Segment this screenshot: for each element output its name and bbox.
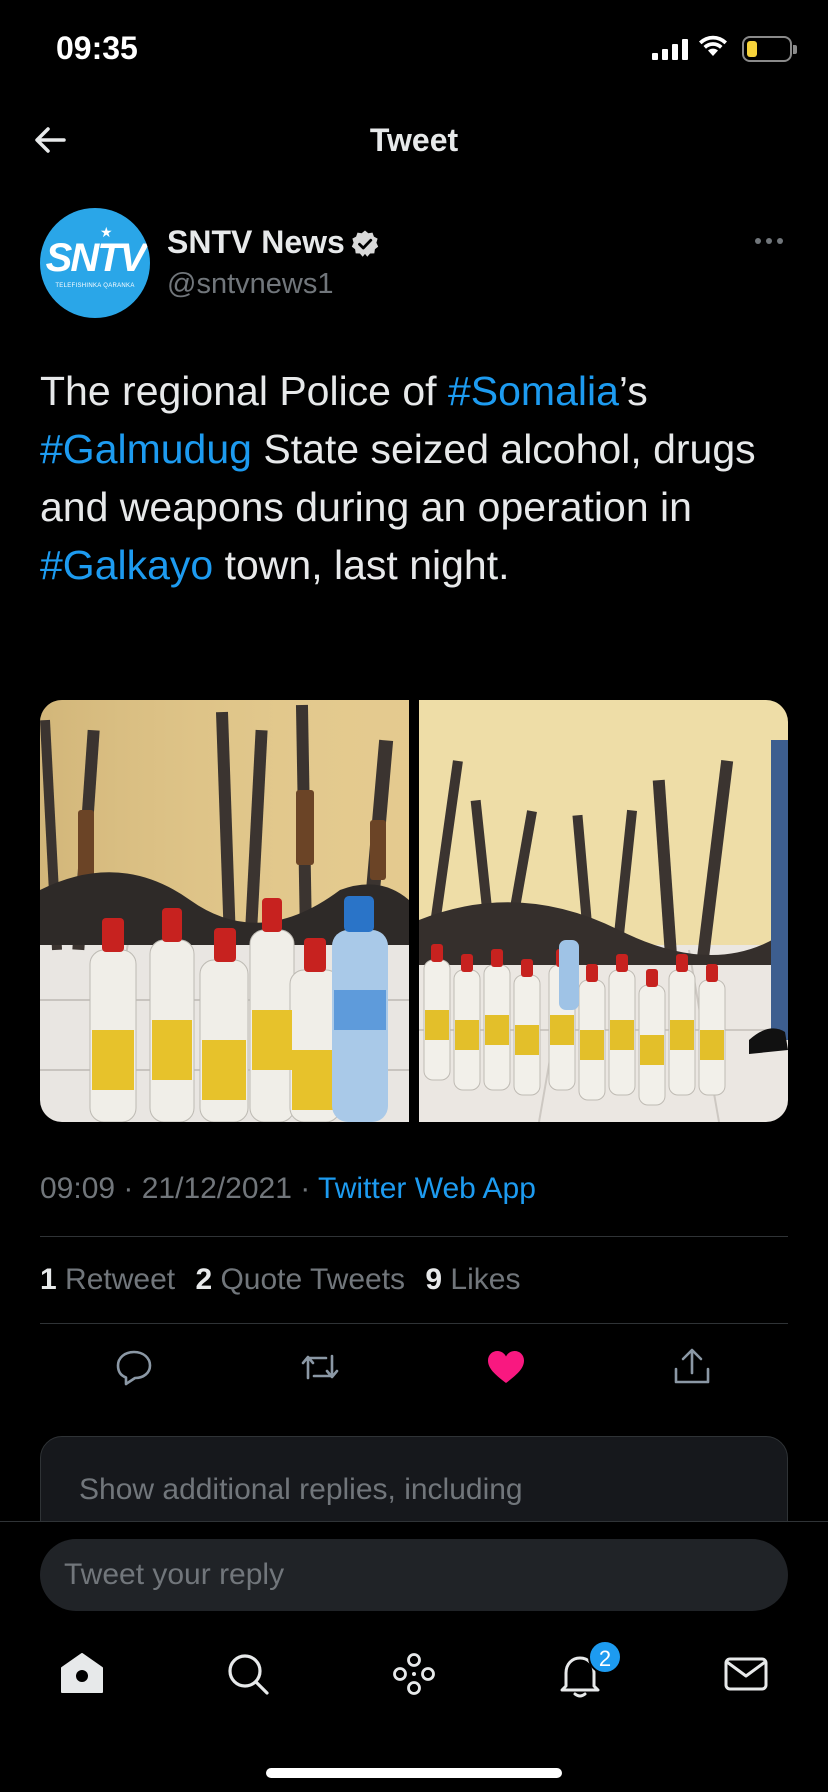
likes-stat[interactable]: 9 Likes <box>425 1263 520 1296</box>
tweet-photo-2[interactable] <box>419 700 788 1122</box>
hashtag-somalia[interactable]: #Somalia <box>448 368 619 414</box>
hashtag-galkayo[interactable]: #Galkayo <box>40 542 213 588</box>
tweet-source-link[interactable]: Twitter Web App <box>318 1172 536 1205</box>
status-time: 09:35 <box>56 30 138 66</box>
hashtag-galmudug[interactable]: #Galmudug <box>40 426 252 472</box>
meta-separator: · <box>291 1172 319 1205</box>
quotes-count: 2 <box>195 1263 213 1296</box>
home-indicator[interactable] <box>266 1768 562 1778</box>
avatar[interactable]: ★ SNTV TELEFISHINKA QARANKA <box>40 208 150 318</box>
tweet-timestamp: 09:09 · 21/12/2021 · Twitter Web App <box>40 1172 536 1206</box>
tweet-text-part: town, last night. <box>213 542 510 588</box>
tweet-detail-screen: 09:35 Tweet ★ SNTV TELEFISHINKA QARANKA … <box>0 0 828 1792</box>
tweet-time: 09:09 <box>40 1172 116 1205</box>
more-options-icon[interactable] <box>755 238 783 244</box>
battery-icon <box>742 36 797 62</box>
retweets-label: Retweet <box>65 1263 176 1296</box>
home-icon[interactable] <box>54 1646 110 1702</box>
likes-count: 9 <box>425 1263 443 1296</box>
tweet-text: The regional Police of #Somalia’s #Galmu… <box>40 362 800 594</box>
reply-input[interactable] <box>40 1539 788 1611</box>
bottom-bar: 2 <box>0 1521 828 1792</box>
wifi-icon <box>699 35 727 56</box>
divider <box>40 1323 788 1324</box>
show-additional-replies-text: Show additional replies, including <box>79 1473 523 1506</box>
retweets-stat[interactable]: 1 Retweet <box>40 1263 175 1296</box>
status-bar: 09:35 <box>0 0 828 100</box>
tweet-stats: 1 Retweet 2 Quote Tweets 9 Likes <box>40 1263 532 1297</box>
like-heart-icon[interactable] <box>484 1345 528 1389</box>
retweet-icon[interactable] <box>298 1345 342 1389</box>
avatar-logo-subtext: TELEFISHINKA QARANKA <box>55 283 135 289</box>
likes-label: Likes <box>450 1263 521 1296</box>
tweet-text-part: The regional Police of <box>40 368 448 414</box>
retweets-count: 1 <box>40 1263 57 1296</box>
page-title: Tweet <box>369 122 459 158</box>
nav-header: Tweet <box>0 100 828 182</box>
cellular-signal-icon <box>652 38 688 60</box>
tweet-photo-1[interactable] <box>40 700 409 1122</box>
tweet-media <box>40 700 788 1122</box>
share-icon[interactable] <box>670 1345 714 1389</box>
divider <box>40 1236 788 1237</box>
avatar-logo-text: SNTV <box>45 236 147 280</box>
tweet-actions <box>0 1345 828 1395</box>
quotes-label: Quote Tweets <box>220 1263 406 1296</box>
tweet-text-part: ’s <box>618 368 648 414</box>
author-handle[interactable]: @sntvnews1 <box>167 268 333 301</box>
tab-bar: 2 <box>0 1640 828 1746</box>
messages-mail-icon[interactable] <box>718 1646 774 1702</box>
search-icon[interactable] <box>220 1646 276 1702</box>
quote-tweets-stat[interactable]: 2 Quote Tweets <box>195 1263 405 1296</box>
notifications-badge: 2 <box>588 1640 622 1674</box>
tweet-date: 21/12/2021 <box>141 1172 292 1205</box>
author-name[interactable]: SNTV News <box>167 224 345 261</box>
reply-icon[interactable] <box>112 1345 156 1389</box>
spaces-icon[interactable] <box>386 1646 442 1702</box>
verified-badge-icon <box>351 230 379 257</box>
meta-separator: · <box>115 1172 142 1205</box>
